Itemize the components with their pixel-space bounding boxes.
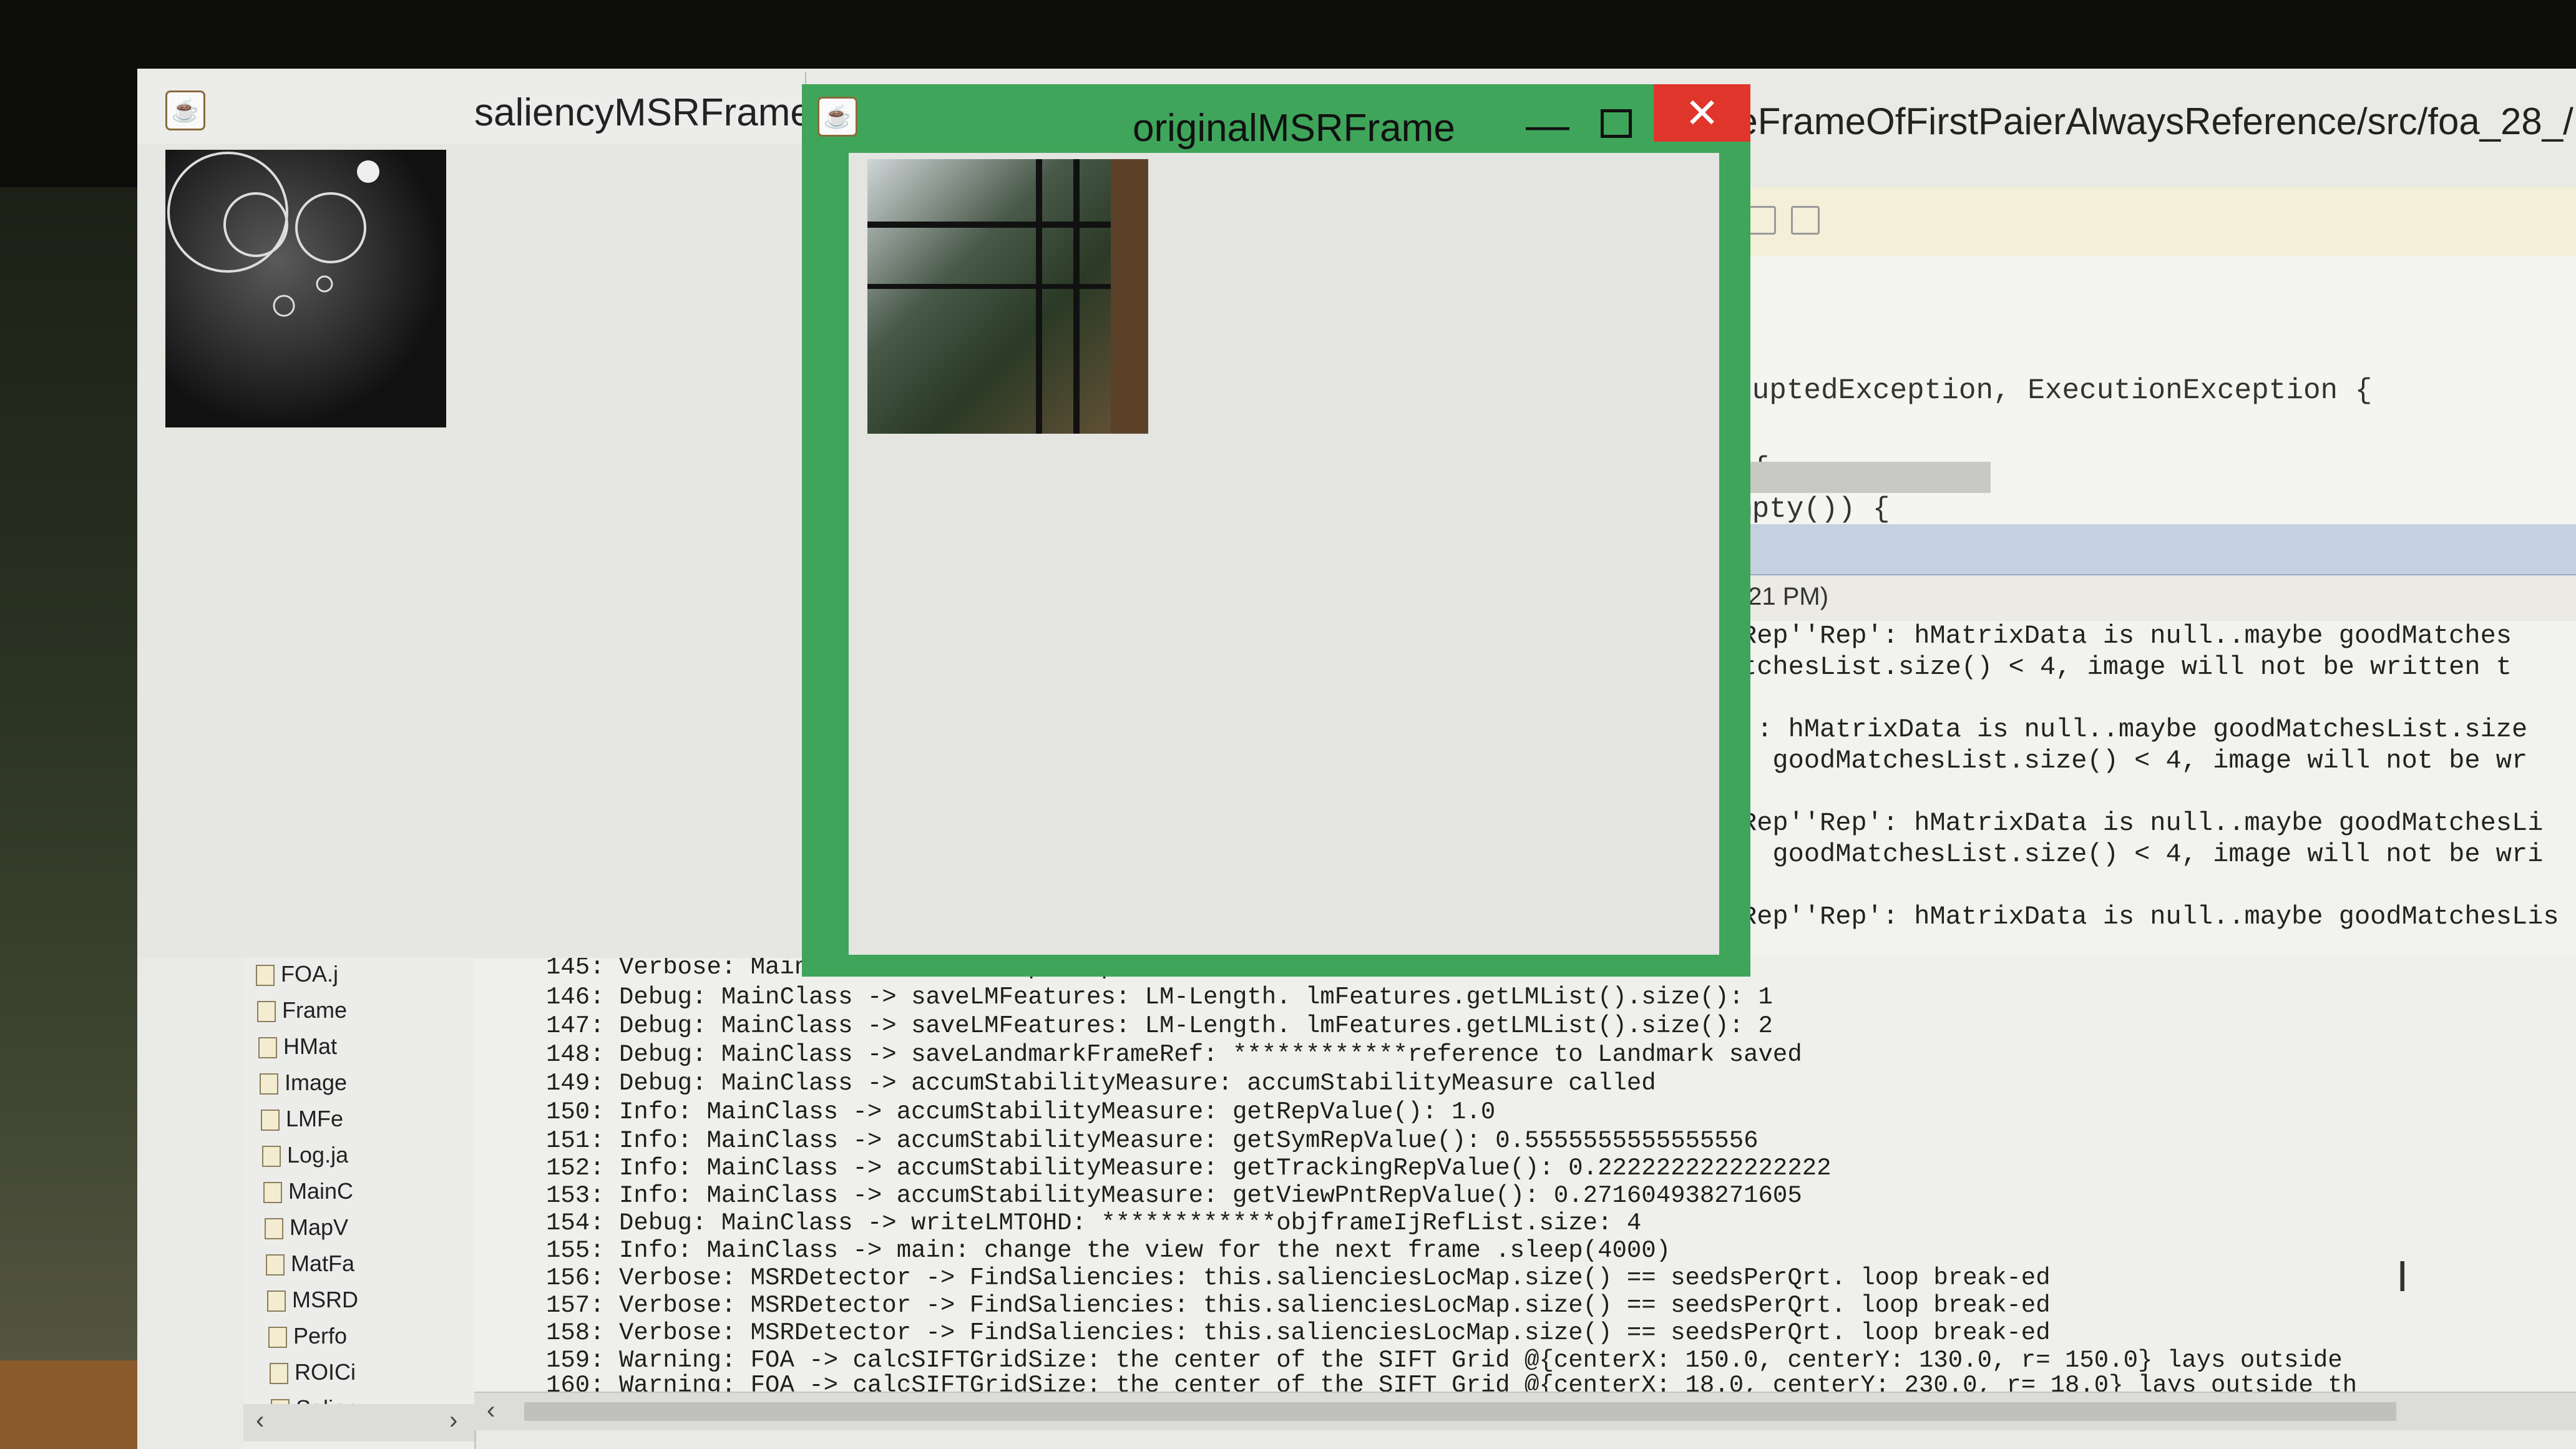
saliency-msr-window: ☕ saliencyMSRFrame xyxy=(137,72,812,958)
log-line: 146: Debug: MainClass -> saveLMFeatures:… xyxy=(546,983,1773,1011)
ide-toolbar xyxy=(1729,187,2576,257)
log-line: 153: Info: MainClass -> accumStabilityMe… xyxy=(546,1182,1802,1209)
window-frame xyxy=(1036,159,1042,434)
console-timestamp: :21 PM) xyxy=(1741,583,1829,610)
log-line: 152: Info: MainClass -> accumStabilityMe… xyxy=(546,1154,1832,1182)
log-line: 148: Debug: MainClass -> saveLandmarkFra… xyxy=(546,1041,1802,1068)
log-line: 156: Verbose: MSRDetector -> FindSalienc… xyxy=(546,1264,2051,1292)
explorer-item[interactable]: ROICi xyxy=(270,1359,356,1385)
saliency-titlebar[interactable]: ☕ saliencyMSRFrame xyxy=(137,72,812,144)
scrollbar-thumb[interactable] xyxy=(524,1402,2396,1421)
ide-window-title: leFrameOfFirstPaierAlwaysReference/src/f… xyxy=(1729,100,2576,142)
code-line: mpty()) { xyxy=(1735,493,1890,525)
console-line: : goodMatchesList.size() < 4, image will… xyxy=(1741,746,2528,776)
monitor-screen: leFrameOfFirstPaierAlwaysReference/src/f… xyxy=(137,69,2576,1449)
scroll-left-icon[interactable]: ‹ xyxy=(487,1397,495,1425)
log-line: 149: Debug: MainClass -> accumStabilityM… xyxy=(546,1070,1656,1097)
window-frame xyxy=(867,284,1148,289)
java-file-icon xyxy=(267,1290,286,1312)
java-file-icon xyxy=(266,1254,285,1276)
saliency-window-title: saliencyMSRFrame xyxy=(474,91,812,134)
log-line: 157: Verbose: MSRDetector -> FindSalienc… xyxy=(546,1292,2051,1319)
window-frame xyxy=(1073,159,1080,434)
desk-background xyxy=(0,187,144,1449)
console-line: ': hMatrixData is null..maybe goodMatche… xyxy=(1741,715,2528,744)
door-frame xyxy=(1111,159,1148,434)
java-cup-icon: ☕ xyxy=(165,90,205,130)
explorer-item[interactable]: MatFa xyxy=(266,1251,354,1277)
explorer-item[interactable]: Perfo xyxy=(268,1323,347,1349)
java-file-icon xyxy=(257,1001,276,1023)
log-line: 154: Debug: MainClass -> writeLMTOHD: **… xyxy=(546,1209,1642,1237)
window-frame xyxy=(867,222,1148,228)
console-line: Rep''Rep': hMatrixData is null..maybe go… xyxy=(1741,621,2512,651)
explorer-item[interactable]: Image xyxy=(260,1070,347,1096)
java-file-icon xyxy=(261,1110,280,1131)
text-cursor-icon: I xyxy=(2396,1252,2409,1300)
java-file-icon xyxy=(268,1327,287,1349)
explorer-item[interactable]: Frame xyxy=(257,997,347,1023)
close-button[interactable]: ✕ xyxy=(1654,84,1750,142)
console-line: Rep''Rep': hMatrixData is null..maybe go… xyxy=(1741,902,2559,932)
java-cup-icon: ☕ xyxy=(817,97,857,137)
log-horizontal-scrollbar[interactable]: ‹ xyxy=(474,1392,2576,1430)
java-file-icon xyxy=(265,1218,283,1240)
console-header: :21 PM) xyxy=(1729,575,2576,620)
log-line: 155: Info: MainClass -> main: change the… xyxy=(546,1237,1671,1264)
log-line: 151: Info: MainClass -> accumStabilityMe… xyxy=(546,1127,1759,1154)
log-console[interactable]: 145: Verbose: MainClass -> evalRep: Rep … xyxy=(474,954,2576,1399)
explorer-item[interactable]: HMat xyxy=(258,1033,337,1060)
code-line: ruptedException, ExecutionException { xyxy=(1735,374,2373,407)
explorer-item[interactable]: MSRD xyxy=(267,1287,358,1313)
explorer-item[interactable]: MainC xyxy=(263,1178,353,1204)
explorer-item[interactable]: MapV xyxy=(265,1214,348,1241)
console-line: : goodMatchesList.size() < 4, image will… xyxy=(1741,839,2544,869)
saliency-image xyxy=(165,150,446,427)
maximize-button[interactable] xyxy=(1601,109,1632,138)
explorer-item[interactable]: FOA.j xyxy=(256,961,338,987)
explorer-item[interactable]: Log.ja xyxy=(262,1142,348,1168)
original-window-title: originalMSRFrame xyxy=(1133,107,1455,150)
original-msr-window: ☕ originalMSRFrame — ✕ xyxy=(802,84,1750,977)
original-camera-image xyxy=(867,159,1148,434)
editor-scrollbar[interactable] xyxy=(1729,462,1991,493)
explorer-scrollbar[interactable]: ‹ › xyxy=(243,1404,474,1442)
java-file-icon xyxy=(270,1363,288,1385)
log-line: 150: Info: MainClass -> accumStabilityMe… xyxy=(546,1098,1496,1126)
pin-icon[interactable] xyxy=(1791,206,1820,235)
console-line: tchesList.size() < 4, image will not be … xyxy=(1741,652,2512,682)
explorer-item[interactable]: LMFe xyxy=(261,1106,343,1132)
java-file-icon xyxy=(260,1073,278,1095)
java-file-icon xyxy=(263,1182,282,1204)
log-line: 158: Verbose: MSRDetector -> FindSalienc… xyxy=(546,1319,2051,1347)
console-tab-bar[interactable] xyxy=(1729,524,2576,575)
java-file-icon xyxy=(258,1037,277,1059)
minimize-button[interactable]: — xyxy=(1526,100,1569,150)
scroll-right-icon[interactable]: › xyxy=(449,1407,457,1435)
dropdown-icon[interactable] xyxy=(1747,206,1776,235)
saliency-circles xyxy=(167,152,379,317)
log-line: 147: Debug: MainClass -> saveLMFeatures:… xyxy=(546,1012,1773,1040)
java-file-icon xyxy=(262,1146,281,1168)
log-line: 159: Warning: FOA -> calcSIFTGridSize: t… xyxy=(546,1347,2343,1374)
java-file-icon xyxy=(256,965,275,987)
original-client-area xyxy=(849,153,1719,955)
scroll-left-icon[interactable]: ‹ xyxy=(256,1407,264,1435)
package-explorer: FOA.j Frame HMat Image LMFe Log.ja MainC… xyxy=(243,955,476,1449)
console-line: Rep''Rep': hMatrixData is null..maybe go… xyxy=(1741,808,2544,838)
